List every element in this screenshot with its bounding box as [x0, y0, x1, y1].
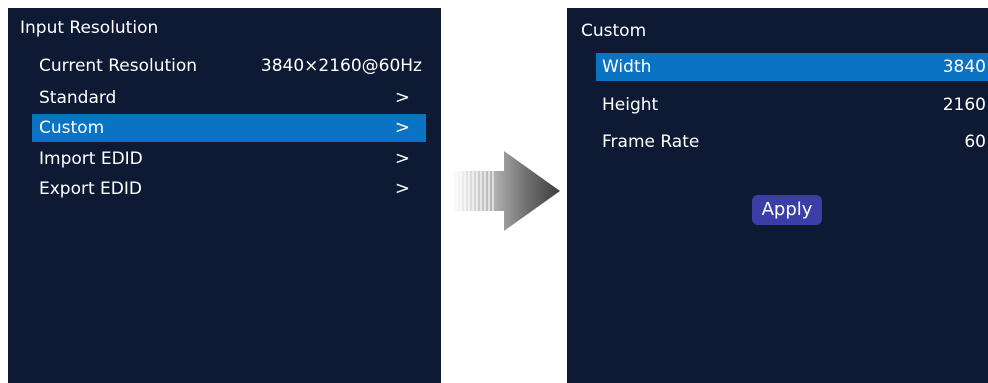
input-resolution-menu: Input Resolution Current Resolution 3840… [8, 8, 441, 383]
height-value: 2160 [942, 95, 986, 115]
menu-item-label: Import EDID [39, 149, 143, 169]
menu-title: Input Resolution [20, 18, 159, 38]
frame-rate-value: 60 [964, 132, 986, 152]
field-label: Width [602, 57, 652, 77]
menu-item-label: Current Resolution [39, 56, 198, 76]
width-value: 3840 [942, 57, 986, 77]
apply-button[interactable]: Apply [752, 195, 822, 225]
frame-rate-field[interactable]: Frame Rate 60 [596, 128, 988, 156]
menu-item-custom[interactable]: Custom > [32, 114, 426, 142]
menu-item-label: Custom [39, 118, 105, 138]
menu-item-import-edid[interactable]: Import EDID > [32, 145, 426, 173]
field-label: Frame Rate [602, 132, 700, 152]
field-label: Height [602, 95, 659, 115]
menu-item-export-edid[interactable]: Export EDID > [32, 175, 426, 203]
menu-item-standard[interactable]: Standard > [32, 84, 426, 112]
right-arrow-icon [452, 151, 560, 231]
chevron-right-icon: > [394, 148, 410, 169]
chevron-right-icon: > [394, 87, 410, 108]
menu-item-label: Standard [39, 88, 117, 108]
width-field[interactable]: Width 3840 [596, 53, 988, 81]
chevron-right-icon: > [394, 178, 410, 199]
chevron-right-icon: > [394, 117, 410, 138]
menu-item-current-resolution: Current Resolution 3840×2160@60Hz [32, 52, 426, 80]
menu-item-label: Export EDID [39, 179, 142, 199]
custom-resolution-panel: Custom Width 3840 Height 2160 Frame Rate… [567, 8, 988, 383]
panel-title: Custom [581, 21, 647, 41]
height-field[interactable]: Height 2160 [596, 91, 988, 119]
current-resolution-value: 3840×2160@60Hz [260, 56, 422, 76]
